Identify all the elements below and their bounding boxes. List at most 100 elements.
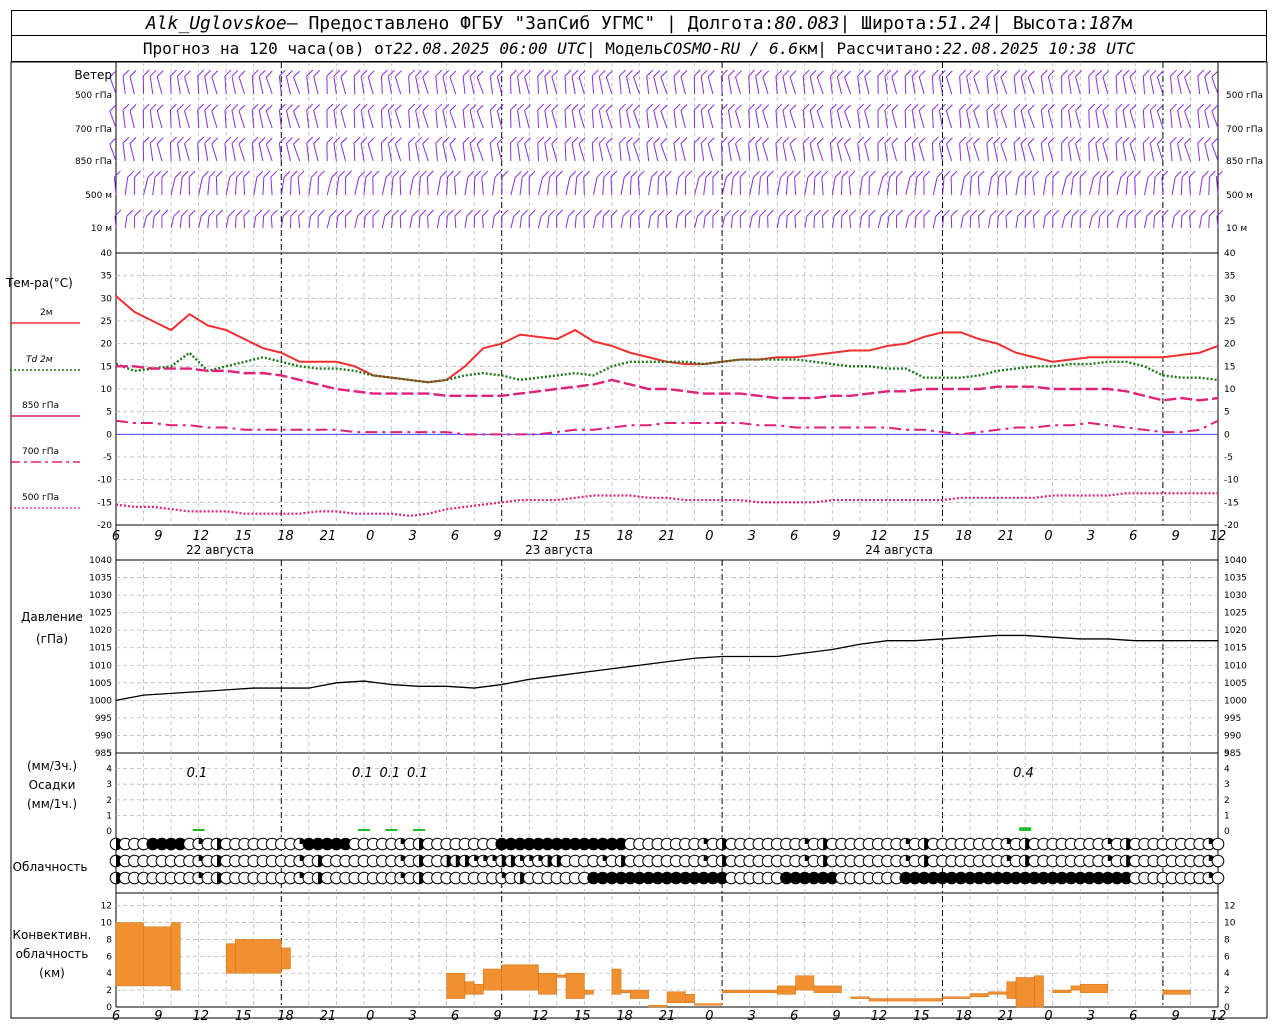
wind-barb — [1088, 177, 1094, 196]
wind-barb-feather — [340, 104, 348, 111]
wind-barb-feather — [454, 209, 462, 217]
wind-barb-feather — [762, 104, 770, 112]
wind-barb — [510, 216, 515, 229]
wind-barb-feather — [782, 69, 790, 77]
wind-barb — [804, 177, 809, 196]
wind-barb — [789, 143, 797, 162]
wind-barb-feather — [1027, 137, 1035, 145]
wind-barb-feather — [1174, 170, 1182, 178]
wind-barb — [626, 76, 631, 95]
wind-barb-feather — [1061, 136, 1068, 144]
wind-barb-feather — [149, 69, 157, 77]
wind-barb — [408, 143, 411, 162]
wind-barb-feather — [1184, 137, 1191, 145]
wind-barb-feather — [481, 170, 489, 178]
wind-barb-feather — [809, 70, 817, 77]
precip-tick-label-right: 4 — [1224, 765, 1230, 775]
wind-barb-feather — [677, 209, 685, 217]
wind-barb-feather — [211, 70, 219, 78]
time-tick-label: 9 — [1171, 1009, 1179, 1024]
wind-barb-feather — [1177, 137, 1184, 144]
wind-barb-feather — [489, 103, 497, 111]
wind-barb-feather — [1040, 136, 1048, 144]
wind-barb — [1068, 76, 1072, 95]
wind-barb-feather — [646, 136, 654, 144]
time-tick-label: 9 — [493, 529, 501, 544]
wind-barb-feather — [365, 170, 373, 178]
wind-barb-feather — [896, 170, 903, 178]
wind-barb-feather — [962, 209, 970, 217]
time-tick-label: 12 — [532, 1009, 549, 1024]
wind-barb-feather — [1102, 70, 1110, 78]
wind-barb-feather — [1018, 170, 1026, 178]
wind-barb — [489, 143, 494, 162]
wind-barb — [442, 110, 448, 129]
wind-barb-feather — [122, 103, 130, 111]
wind-barb-feather — [862, 170, 869, 178]
wind-barb — [633, 110, 640, 129]
wind-barb-feather — [481, 209, 489, 217]
wind-barb — [251, 143, 255, 162]
conv-bar — [1052, 989, 1072, 993]
wind-barb-feather — [1173, 209, 1181, 217]
wind-barb-feather — [181, 170, 189, 178]
wind-barb-feather — [286, 104, 293, 111]
wind-barb — [1149, 110, 1155, 129]
wind-barb-feather — [918, 104, 926, 112]
wind-barb-feather — [251, 103, 259, 111]
wind-barb-feather — [841, 209, 849, 217]
precip-tick-label-right: 0 — [1224, 827, 1230, 837]
wind-barb-feather — [1211, 104, 1219, 112]
wind-barb-feather — [578, 70, 586, 78]
wind-barb — [813, 176, 816, 196]
wind-barb — [1027, 110, 1035, 129]
wind-barb — [156, 76, 163, 95]
wind-barb-feather — [228, 209, 235, 217]
wind-barb — [1156, 76, 1164, 95]
wind-barb-feather — [467, 170, 475, 178]
wind-barb-feather — [1061, 69, 1068, 77]
wind-barb — [593, 177, 598, 196]
wind-barb — [152, 216, 155, 229]
time-tick-label: 6 — [112, 529, 120, 544]
wind-barb — [1005, 177, 1008, 196]
wind-barb-feather — [142, 69, 150, 77]
wind-barb — [551, 143, 558, 162]
wind-barb — [755, 76, 760, 95]
conv-bar — [115, 922, 144, 987]
wind-barb-feather — [381, 136, 388, 144]
wind-barb-feather — [904, 103, 912, 111]
conv-bar — [776, 985, 796, 995]
wind-barb — [551, 110, 558, 129]
wind-barb — [673, 76, 677, 95]
wind-barb-feather — [142, 103, 150, 111]
wind-barb — [1208, 176, 1210, 196]
conv-bar — [988, 991, 1008, 995]
wind-barb-feather — [1197, 103, 1205, 111]
temp-tick-label: -10 — [97, 476, 112, 486]
wind-barb — [966, 110, 971, 129]
wind-barb-feather — [623, 170, 631, 178]
conv-bar — [1015, 977, 1035, 1008]
wind-barb-feather — [633, 70, 640, 78]
wind-barb-feather — [685, 170, 693, 178]
wind-barb — [418, 177, 421, 196]
pressure-tick-label: 1000 — [89, 696, 112, 706]
wind-barb — [442, 143, 448, 162]
wind-barb — [169, 75, 172, 95]
wind-barb — [950, 176, 953, 196]
wind-barb-feather — [517, 136, 524, 144]
wind-barb — [653, 143, 659, 162]
precip-amount-label: 0.1 — [407, 766, 428, 781]
wind-barb-feather — [1120, 171, 1128, 178]
wind-barb — [211, 110, 218, 129]
conv-bar — [795, 975, 815, 991]
wind-barb-feather — [884, 136, 892, 144]
wind-barb — [720, 142, 723, 162]
wind-barb — [152, 177, 156, 196]
time-tick-label: 15 — [574, 1009, 591, 1024]
temp-tick-label: -5 — [103, 453, 112, 463]
wind-barb-feather — [630, 170, 638, 178]
temp-tick-label: -20 — [97, 521, 112, 531]
wind-barb-feather — [279, 136, 286, 144]
